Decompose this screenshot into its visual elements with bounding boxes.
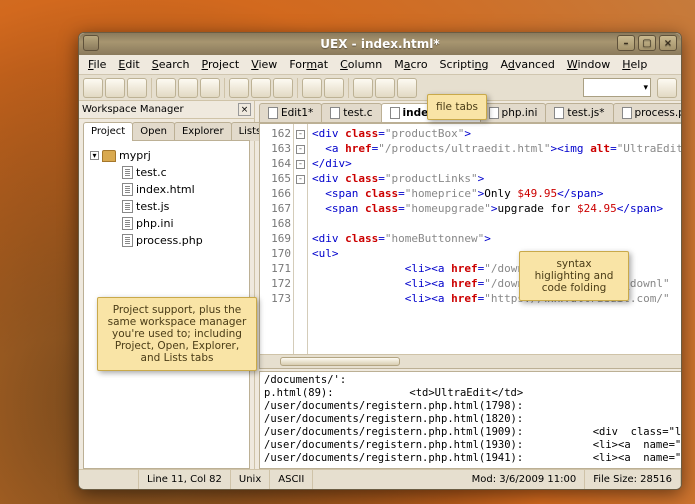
scrollbar-thumb[interactable] — [280, 357, 400, 366]
file-icon — [122, 217, 133, 230]
tool-saveall-icon[interactable] — [178, 78, 198, 98]
callout-syntax: syntax higlighting and code folding — [519, 251, 629, 301]
line-number-gutter: 162 163 164 165 166 167 168 169 170 171 … — [260, 124, 294, 368]
tool-save-icon[interactable] — [156, 78, 176, 98]
titlebar[interactable]: UEX - index.html* – ▢ × — [79, 33, 681, 55]
file-icon — [390, 107, 400, 119]
menu-advanced[interactable]: Advanced — [495, 56, 559, 73]
menu-macro[interactable]: Macro — [389, 56, 432, 73]
tree-file[interactable]: test.js — [88, 198, 245, 215]
toolbar-combobox[interactable] — [583, 78, 651, 97]
tool-redo-icon[interactable] — [324, 78, 344, 98]
status-blank — [79, 470, 139, 489]
callout-workspace: Project support, plus the same workspace… — [97, 297, 257, 371]
folder-icon — [102, 150, 116, 162]
file-tab[interactable]: test.c — [321, 103, 381, 122]
tree-file[interactable]: index.html — [88, 181, 245, 198]
tool-help-icon[interactable] — [657, 78, 677, 98]
file-icon — [122, 200, 133, 213]
status-filesize: File Size: 28516 — [585, 470, 681, 489]
workspace-title: Workspace Manager — [82, 104, 184, 115]
window-title: UEX - index.html* — [320, 37, 439, 51]
system-menu-icon[interactable] — [83, 35, 99, 51]
collapse-icon[interactable]: ▾ — [90, 151, 99, 160]
scrollbar-horizontal[interactable] — [260, 354, 681, 368]
file-icon — [122, 234, 133, 247]
file-icon — [622, 107, 632, 119]
app-window: UEX - index.html* – ▢ × File Edit Search… — [78, 32, 682, 490]
file-icon — [489, 107, 499, 119]
output-panel[interactable]: /documents/': p.html(89): <td>UltraEdit<… — [259, 371, 681, 469]
menubar: File Edit Search Project View Format Col… — [79, 55, 681, 75]
tool-cut-icon[interactable] — [229, 78, 249, 98]
tool-ftp-icon[interactable] — [375, 78, 395, 98]
workspace-panel: Workspace Manager × Project Open Explore… — [79, 101, 255, 469]
tool-print-icon[interactable] — [200, 78, 220, 98]
status-encoding: ASCII — [270, 470, 313, 489]
tool-find-icon[interactable] — [353, 78, 373, 98]
tool-config-icon[interactable] — [397, 78, 417, 98]
close-button[interactable]: × — [659, 35, 677, 51]
menu-column[interactable]: Column — [335, 56, 387, 73]
menu-project[interactable]: Project — [197, 56, 245, 73]
file-icon — [122, 166, 133, 179]
toolbar — [79, 75, 681, 101]
code-editor[interactable]: 162 163 164 165 166 167 168 169 170 171 … — [259, 123, 681, 369]
fold-column[interactable]: - - - - — [294, 124, 308, 368]
tool-open-icon[interactable] — [105, 78, 125, 98]
status-eol: Unix — [231, 470, 270, 489]
menu-scripting[interactable]: Scripting — [435, 56, 494, 73]
callout-file-tabs: file tabs — [427, 94, 487, 120]
menu-file[interactable]: File — [83, 56, 111, 73]
tool-paste-icon[interactable] — [273, 78, 293, 98]
file-icon — [122, 183, 133, 196]
tab-project[interactable]: Project — [83, 122, 133, 141]
tab-open[interactable]: Open — [132, 122, 175, 141]
file-tab[interactable]: process.php — [613, 103, 682, 122]
file-tab[interactable]: Edit1* — [259, 103, 322, 122]
maximize-button[interactable]: ▢ — [638, 35, 656, 51]
file-icon — [330, 107, 340, 119]
file-icon — [554, 107, 564, 119]
workspace-close-button[interactable]: × — [238, 103, 251, 116]
tool-copy-icon[interactable] — [251, 78, 271, 98]
menu-view[interactable]: View — [246, 56, 282, 73]
tool-new-icon[interactable] — [83, 78, 103, 98]
tool-close-icon[interactable] — [127, 78, 147, 98]
tree-file[interactable]: test.c — [88, 164, 245, 181]
workspace-tabs: Project Open Explorer Lists — [79, 119, 254, 141]
menu-search[interactable]: Search — [147, 56, 195, 73]
tree-file[interactable]: php.ini — [88, 215, 245, 232]
tree-root[interactable]: ▾ myprj — [88, 147, 245, 164]
menu-window[interactable]: Window — [562, 56, 615, 73]
file-tab[interactable]: test.js* — [545, 103, 613, 122]
menu-format[interactable]: Format — [284, 56, 333, 73]
file-tab[interactable]: php.ini — [480, 103, 547, 122]
tool-undo-icon[interactable] — [302, 78, 322, 98]
status-modified: Mod: 3/6/2009 11:00 — [464, 470, 586, 489]
minimize-button[interactable]: – — [617, 35, 635, 51]
file-icon — [268, 107, 278, 119]
status-position: Line 11, Col 82 — [139, 470, 231, 489]
statusbar: Line 11, Col 82 Unix ASCII Mod: 3/6/2009… — [79, 469, 681, 489]
tree-file[interactable]: process.php — [88, 232, 245, 249]
tab-explorer[interactable]: Explorer — [174, 122, 232, 141]
menu-edit[interactable]: Edit — [113, 56, 144, 73]
code-content[interactable]: <div class="productBox"> <a href="/produ… — [308, 124, 681, 368]
menu-help[interactable]: Help — [617, 56, 652, 73]
